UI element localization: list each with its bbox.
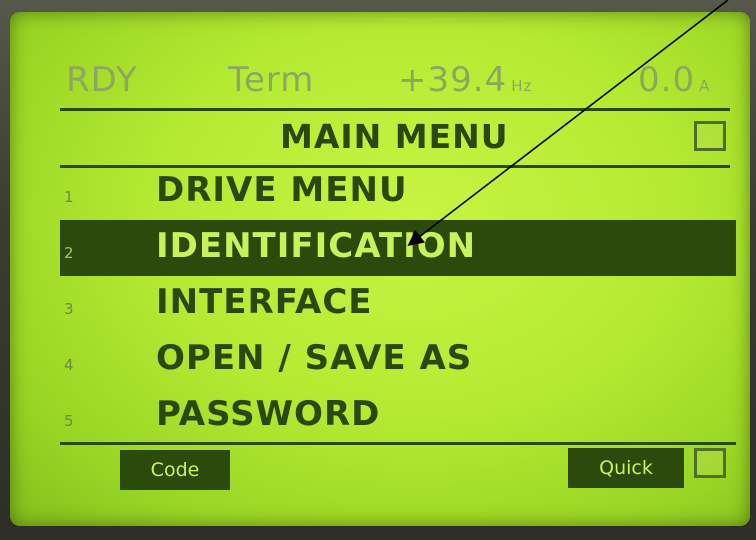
main-menu-list: 1 DRIVE MENU 2 IDENTIFICATION 3 INTERFAC… — [60, 164, 736, 444]
menu-item-password[interactable]: 5 PASSWORD — [60, 388, 736, 444]
menu-title-bar: MAIN MENU — [60, 108, 730, 168]
menu-item-label: DRIVE MENU — [156, 170, 408, 210]
lcd-screen: RDY Term +39.4 Hz 0.0 A MAIN MENU 1 DRIVE … — [10, 12, 750, 526]
footer-checkbox-icon — [694, 448, 726, 478]
menu-title: MAIN MENU — [280, 117, 509, 156]
menu-item-label: PASSWORD — [156, 394, 381, 434]
menu-item-number: 4 — [64, 356, 74, 374]
menu-item-identification[interactable]: 2 IDENTIFICATION — [60, 220, 736, 276]
frequency-readout: +39.4 Hz — [398, 60, 532, 100]
menu-item-drive-menu[interactable]: 1 DRIVE MENU — [60, 164, 736, 220]
frequency-value: +39.4 — [398, 60, 508, 100]
menu-item-label: OPEN / SAVE AS — [156, 338, 473, 378]
current-unit: A — [699, 77, 711, 95]
title-checkbox-icon — [694, 121, 726, 151]
current-value: 0.0 — [638, 60, 696, 100]
footer-divider — [60, 442, 736, 445]
status-bar: RDY Term +39.4 Hz 0.0 A — [10, 56, 750, 108]
menu-item-number: 3 — [64, 300, 74, 318]
menu-item-number: 2 — [64, 244, 74, 262]
menu-item-label: INTERFACE — [156, 282, 373, 322]
control-mode: Term — [228, 60, 315, 100]
frequency-unit: Hz — [511, 77, 533, 95]
current-readout: 0.0 A — [638, 60, 710, 100]
menu-item-interface[interactable]: 3 INTERFACE — [60, 276, 736, 332]
softkey-code-button[interactable]: Code — [120, 450, 230, 490]
menu-item-open-save-as[interactable]: 4 OPEN / SAVE AS — [60, 332, 736, 388]
menu-item-label: IDENTIFICATION — [156, 226, 477, 266]
menu-item-number: 5 — [64, 412, 74, 430]
drive-state: RDY — [66, 60, 138, 100]
softkey-quick-button[interactable]: Quick — [568, 448, 684, 488]
menu-item-number: 1 — [64, 188, 74, 206]
